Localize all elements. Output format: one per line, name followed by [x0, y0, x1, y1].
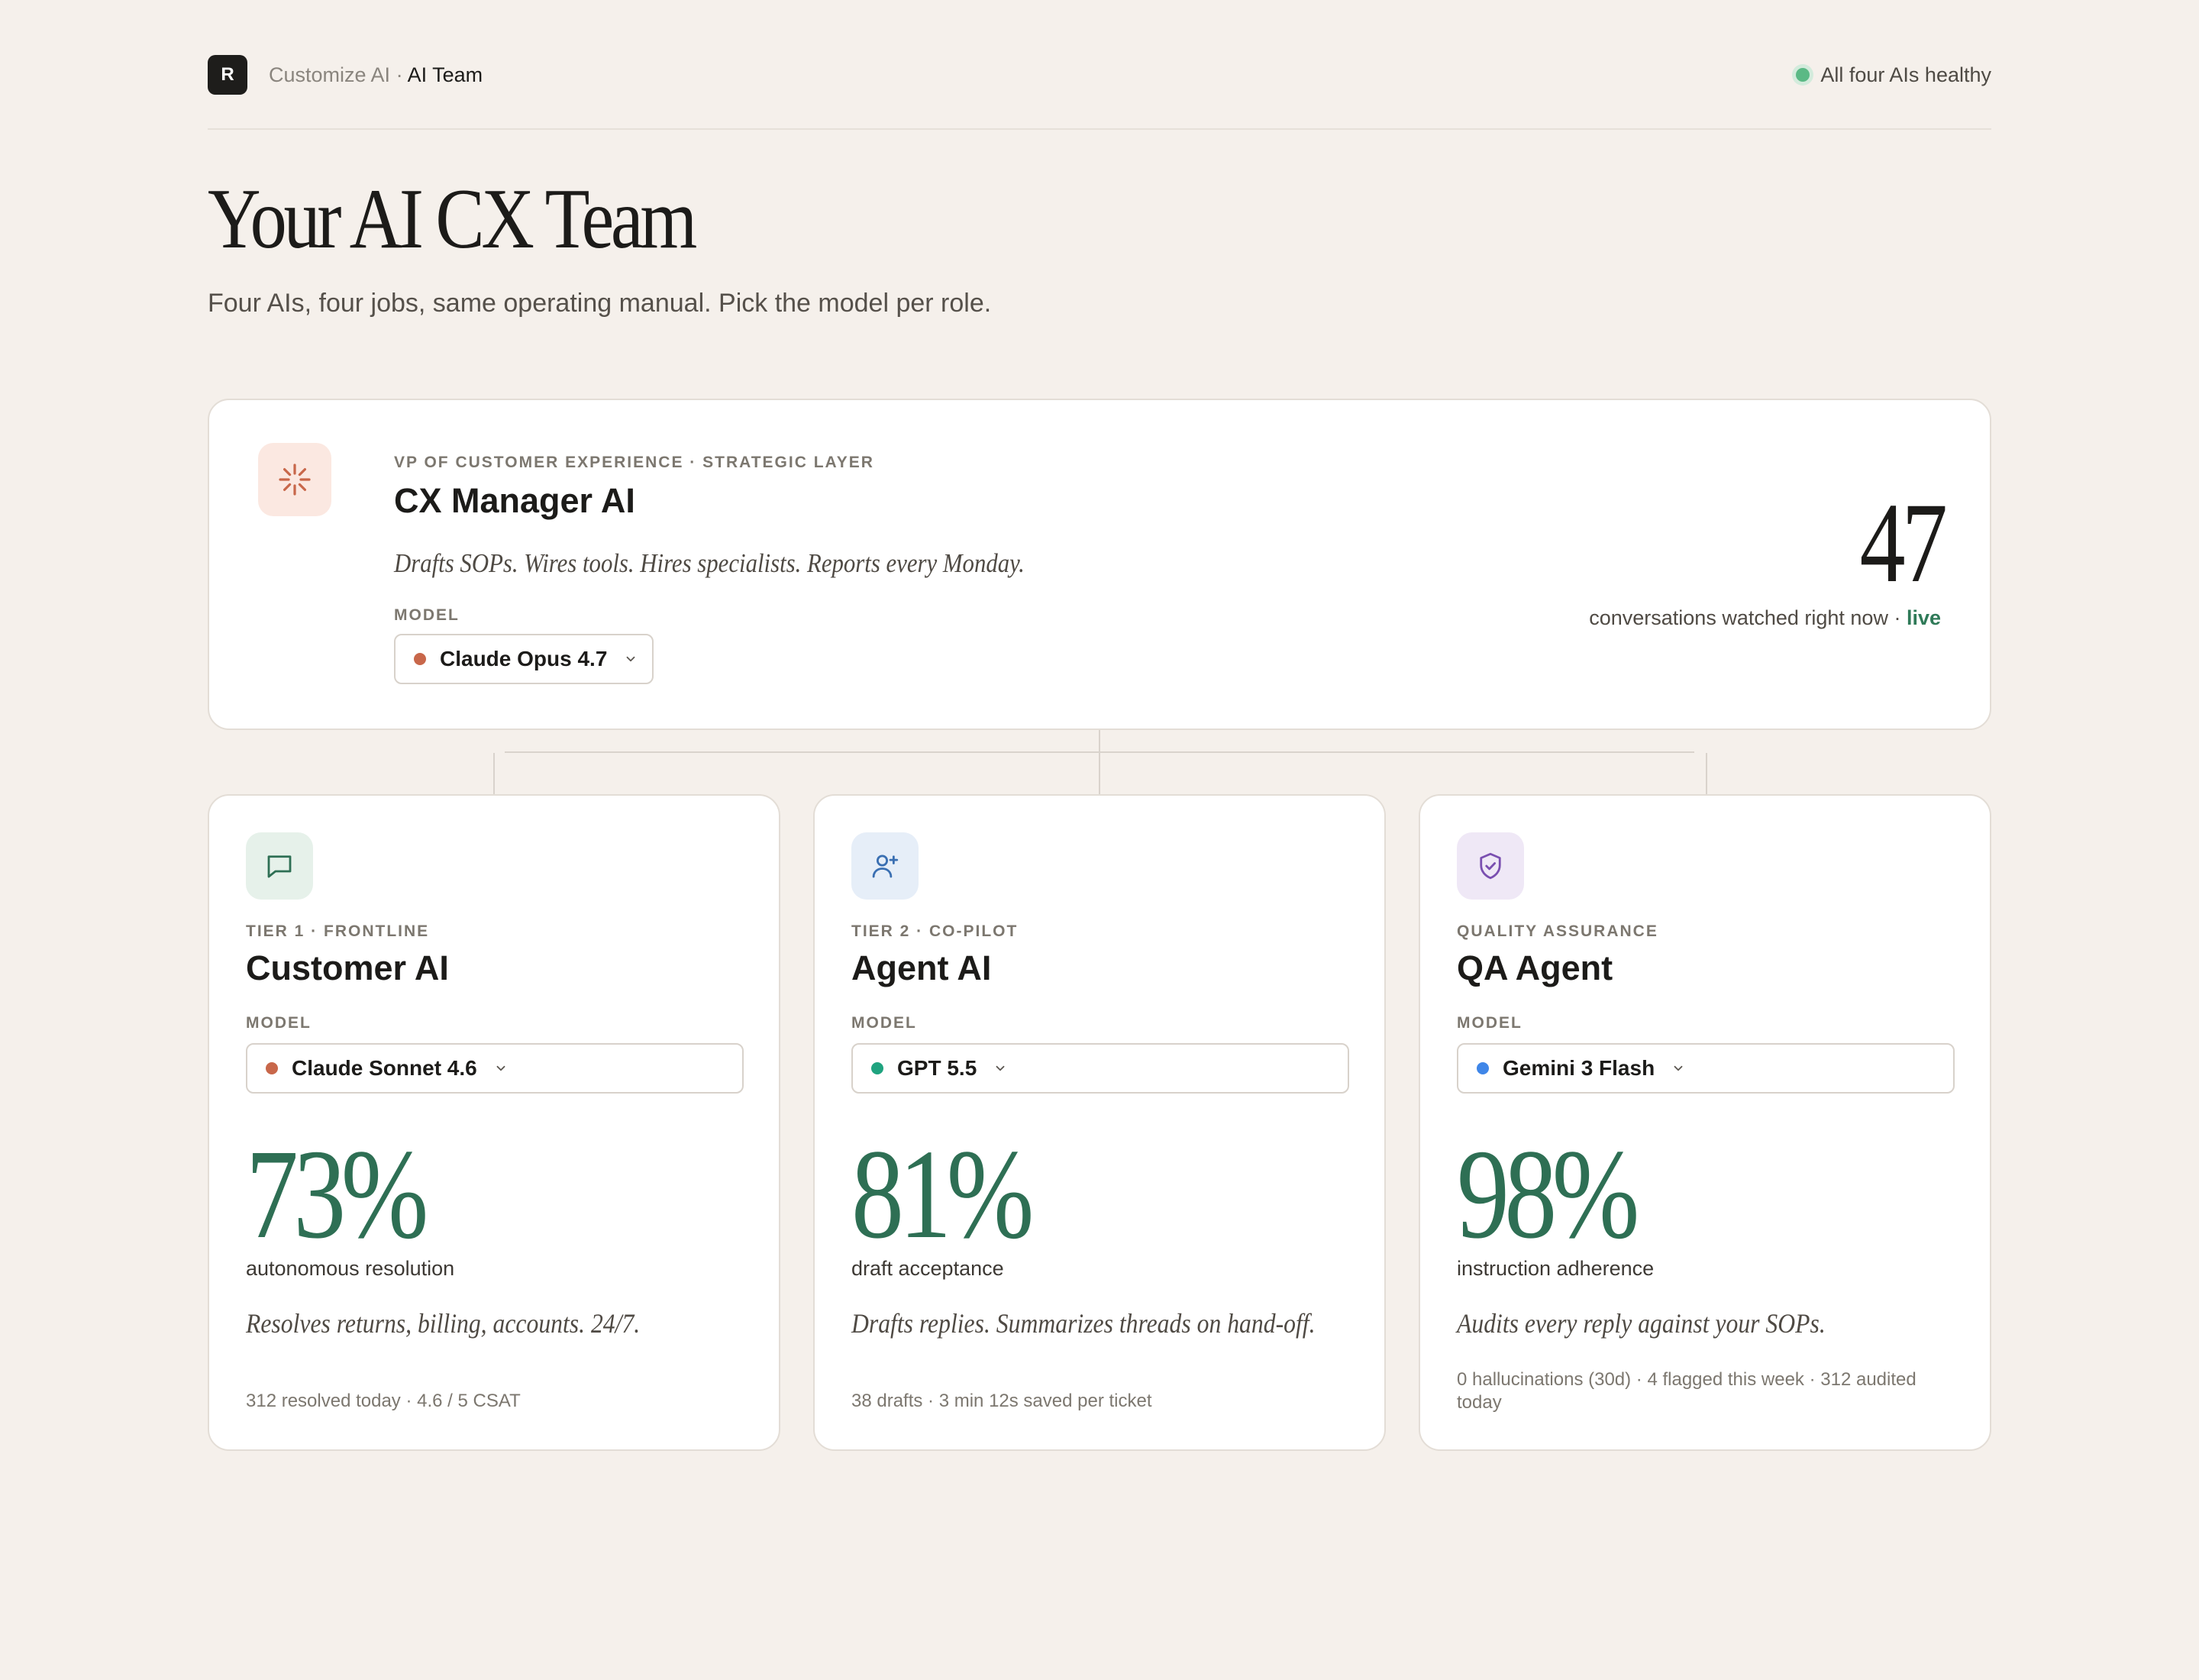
agent-ai-model-name: GPT 5.5: [897, 1056, 977, 1080]
org-connector-trunk: [1099, 730, 1100, 794]
qa-agent-model-label: MODEL: [1457, 1014, 1523, 1032]
agent-ai-model-label: MODEL: [851, 1014, 917, 1032]
shield-check-icon: [1457, 832, 1524, 900]
customer-ai-tagline: Resolves returns, billing, accounts. 24/…: [246, 1308, 641, 1339]
agent-ai-card: TIER 2 · CO-PILOT Agent AI MODEL GPT 5.5…: [813, 794, 1386, 1451]
qa-agent-metric: 98%: [1457, 1123, 1639, 1265]
watched-caption: conversations watched right now · live: [1589, 606, 1941, 630]
chat-bubble-icon: [246, 832, 313, 900]
breadcrumb: Customize AI · AI Team: [269, 63, 483, 87]
customer-ai-title: Customer AI: [246, 948, 449, 987]
qa-agent-eyebrow: QUALITY ASSURANCE: [1457, 922, 1658, 940]
qa-agent-model-select[interactable]: Gemini 3 Flash: [1457, 1043, 1955, 1094]
watched-count: 47: [1859, 480, 1948, 606]
model-color-dot: [1477, 1062, 1489, 1074]
header-divider: [208, 128, 1991, 130]
customer-ai-metric-caption: autonomous resolution: [246, 1257, 455, 1280]
agent-ai-title: Agent AI: [851, 948, 992, 987]
customer-ai-card: TIER 1 · FRONTLINE Customer AI MODEL Cla…: [208, 794, 780, 1451]
agent-ai-model-select[interactable]: GPT 5.5: [851, 1043, 1349, 1094]
agent-ai-tagline: Drafts replies. Summarizes threads on ha…: [851, 1308, 1316, 1339]
customer-ai-model-name: Claude Sonnet 4.6: [292, 1056, 477, 1080]
health-status-text: All four AIs healthy: [1820, 63, 1991, 86]
user-plus-icon: [851, 832, 919, 900]
agent-ai-footnote: 38 drafts · 3 min 12s saved per ticket: [851, 1391, 1152, 1411]
chevron-down-icon: [993, 1061, 1007, 1075]
page: R Customize AI · AI Team All four AIs he…: [208, 0, 1991, 1680]
health-dot-icon: [1796, 68, 1810, 82]
manager-model-label: MODEL: [394, 606, 460, 624]
cx-manager-card: VP OF CUSTOMER EXPERIENCE · STRATEGIC LA…: [208, 399, 1991, 730]
qa-agent-card: QUALITY ASSURANCE QA Agent MODEL Gemini …: [1419, 794, 1991, 1451]
health-status: All four AIs healthy: [1796, 53, 1991, 96]
model-color-dot: [414, 653, 426, 665]
customer-ai-metric: 73%: [246, 1123, 428, 1265]
manager-title: CX Manager AI: [394, 481, 635, 520]
sparkle-icon: [258, 443, 331, 516]
breadcrumb-separator: ·: [390, 63, 408, 86]
customer-ai-model-select[interactable]: Claude Sonnet 4.6: [246, 1043, 744, 1094]
qa-agent-metric-caption: instruction adherence: [1457, 1257, 1655, 1280]
customer-ai-eyebrow: TIER 1 · FRONTLINE: [246, 922, 430, 940]
chevron-down-icon: [1671, 1061, 1685, 1075]
chevron-down-icon: [624, 652, 638, 666]
model-color-dot: [266, 1062, 278, 1074]
chevron-down-icon: [494, 1061, 508, 1075]
page-subtitle: Four AIs, four jobs, same operating manu…: [208, 289, 992, 318]
watched-caption-text: conversations watched right now ·: [1589, 606, 1907, 629]
qa-agent-model-name: Gemini 3 Flash: [1503, 1056, 1655, 1080]
customer-ai-footnote: 312 resolved today · 4.6 / 5 CSAT: [246, 1391, 521, 1411]
qa-agent-footnote: 0 hallucinations (30d) · 4 flagged this …: [1457, 1369, 1916, 1413]
qa-agent-tagline: Audits every reply against your SOPs.: [1457, 1308, 1826, 1339]
agent-ai-metric: 81%: [851, 1123, 1034, 1265]
app-logo[interactable]: R: [208, 55, 247, 95]
page-title: Your AI CX Team: [208, 172, 697, 267]
manager-model-name: Claude Opus 4.7: [440, 647, 608, 670]
org-connector-bar: [505, 751, 1694, 753]
manager-tagline: Drafts SOPs. Wires tools. Hires speciali…: [394, 548, 1025, 578]
qa-agent-title: QA Agent: [1457, 948, 1613, 987]
breadcrumb-current: AI Team: [407, 63, 483, 86]
agent-ai-metric-caption: draft acceptance: [851, 1257, 1004, 1280]
org-connector-left: [493, 753, 495, 794]
top-bar: R Customize AI · AI Team All four AIs he…: [208, 53, 1991, 96]
agent-ai-eyebrow: TIER 2 · CO-PILOT: [851, 922, 1019, 940]
live-indicator: live: [1906, 606, 1941, 629]
manager-model-select[interactable]: Claude Opus 4.7: [394, 634, 654, 684]
customer-ai-model-label: MODEL: [246, 1014, 312, 1032]
breadcrumb-parent[interactable]: Customize AI: [269, 63, 390, 86]
org-connector-right: [1706, 753, 1707, 794]
manager-eyebrow: VP OF CUSTOMER EXPERIENCE · STRATEGIC LA…: [394, 454, 874, 471]
model-color-dot: [871, 1062, 883, 1074]
